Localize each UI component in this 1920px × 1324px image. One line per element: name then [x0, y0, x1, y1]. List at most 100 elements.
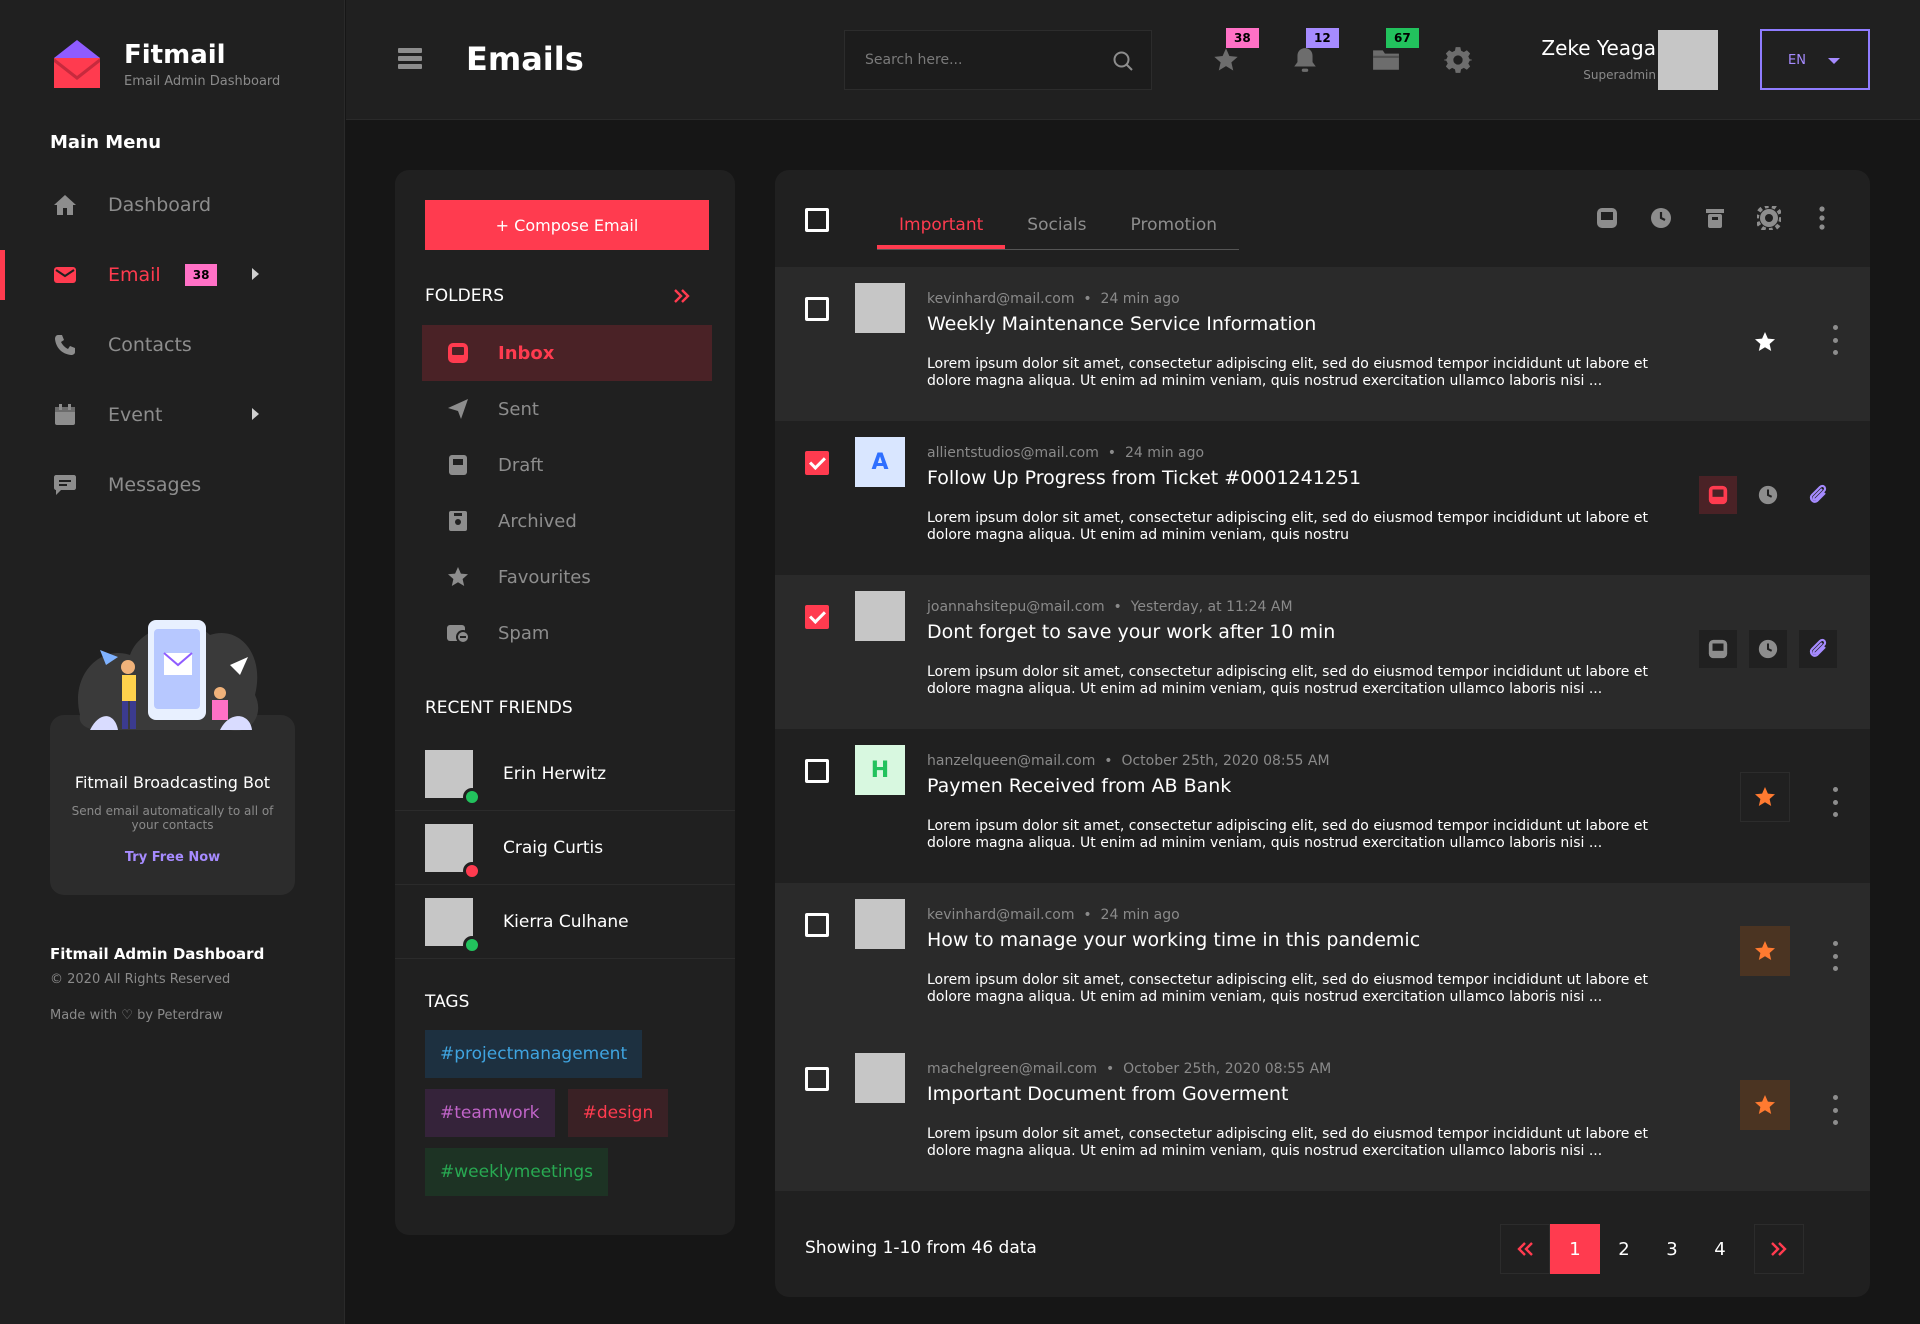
more-vertical-icon[interactable] — [1825, 787, 1845, 817]
tag-teamwork[interactable]: #teamwork — [425, 1089, 555, 1137]
email-row[interactable]: H hanzelqueen@mail.com • October 25th, 2… — [775, 729, 1870, 883]
tab-promotion[interactable]: Promotion — [1109, 200, 1240, 249]
menu-item-messages[interactable]: Messages — [0, 450, 345, 520]
home-icon — [50, 190, 80, 220]
prev-page-button[interactable] — [1500, 1224, 1550, 1274]
footer-title: Fitmail Admin Dashboard — [50, 945, 265, 963]
friends-list: Erin Herwitz Craig Curtis Kierra Culhane — [395, 737, 735, 959]
trash-icon[interactable] — [1703, 206, 1729, 232]
language-select[interactable]: EN — [1760, 29, 1870, 90]
double-chevron-right-icon[interactable] — [673, 288, 691, 308]
email-sender: joannahsitepu@mail.com — [927, 599, 1105, 615]
more-vertical-icon[interactable] — [1825, 1095, 1845, 1125]
more-vertical-icon[interactable] — [1817, 206, 1843, 232]
snooze-button[interactable] — [1749, 476, 1787, 514]
clock-icon[interactable] — [1649, 206, 1675, 232]
email-row[interactable]: kevinhard@mail.com • 24 min ago Weekly M… — [775, 267, 1870, 421]
row-checkbox[interactable] — [805, 605, 829, 629]
folder-label: Inbox — [498, 342, 555, 364]
move-to-inbox-button[interactable] — [1699, 630, 1737, 668]
row-checkbox[interactable] — [805, 1067, 829, 1091]
favorites-star-button[interactable]: 38 — [1212, 28, 1259, 76]
tag-weeklymeetings[interactable]: #weeklymeetings — [425, 1148, 608, 1196]
folder-draft[interactable]: Draft — [422, 437, 712, 493]
folder-sent[interactable]: Sent — [422, 381, 712, 437]
tab-socials[interactable]: Socials — [1005, 200, 1108, 249]
folder-inbox[interactable]: Inbox — [422, 325, 712, 381]
user-avatar[interactable] — [1658, 30, 1718, 90]
email-row[interactable]: joannahsitepu@mail.com • Yesterday, at 1… — [775, 575, 1870, 729]
more-vertical-icon[interactable] — [1825, 941, 1845, 971]
email-subject: How to manage your working time in this … — [927, 929, 1421, 951]
status-online-dot — [463, 787, 481, 806]
files-button[interactable]: 67 — [1372, 28, 1419, 76]
row-checkbox[interactable] — [805, 913, 829, 937]
gear-icon[interactable] — [1755, 204, 1783, 232]
menu-label: Email — [108, 264, 161, 286]
tab-important[interactable]: Important — [877, 200, 1006, 249]
caret-right-icon — [252, 268, 259, 280]
footer-copyright: © 2020 All Rights Reserved — [50, 972, 231, 987]
email-meta: kevinhard@mail.com • 24 min ago — [927, 907, 1180, 923]
hamburger-menu-icon[interactable] — [398, 48, 422, 72]
menu-item-event[interactable]: Event — [0, 380, 345, 450]
menu-item-dashboard[interactable]: Dashboard — [0, 170, 345, 240]
sender-avatar: A — [855, 437, 905, 487]
email-tabs: Important Socials Promotion — [877, 200, 1240, 250]
notification-count-badge: 12 — [1306, 28, 1339, 48]
inbox-icon[interactable] — [1595, 206, 1621, 232]
email-row[interactable]: machelgreen@mail.com • October 25th, 202… — [775, 1037, 1870, 1191]
search-input[interactable] — [845, 31, 1151, 89]
page-button[interactable]: 1 — [1550, 1224, 1600, 1274]
friend-item[interactable]: Craig Curtis — [395, 811, 735, 885]
folder-archived[interactable]: Archived — [422, 493, 712, 549]
next-page-button[interactable] — [1754, 1224, 1804, 1274]
folder-favourites[interactable]: Favourites — [422, 549, 712, 605]
attachment-button[interactable] — [1799, 630, 1837, 668]
brand[interactable]: Fitmail Email Admin Dashboard — [50, 38, 280, 90]
try-free-link[interactable]: Try Free Now — [125, 850, 220, 865]
snooze-button[interactable] — [1749, 630, 1787, 668]
menu-item-email[interactable]: Email 38 — [0, 240, 345, 310]
page-button[interactable]: 4 — [1696, 1224, 1744, 1274]
friend-name: Kierra Culhane — [503, 911, 629, 932]
email-row[interactable]: kevinhard@mail.com • 24 min ago How to m… — [775, 883, 1870, 1037]
tag-design[interactable]: #design — [567, 1089, 669, 1137]
email-time: October 25th, 2020 08:55 AM — [1121, 753, 1330, 769]
star-count-badge: 38 — [1226, 28, 1259, 48]
search-icon[interactable] — [1113, 51, 1133, 75]
settings-button[interactable] — [1442, 46, 1474, 76]
select-all-checkbox[interactable] — [805, 208, 829, 232]
notifications-button[interactable]: 12 — [1292, 28, 1339, 76]
friend-item[interactable]: Erin Herwitz — [395, 737, 735, 811]
move-to-inbox-button[interactable] — [1699, 476, 1737, 514]
star-button[interactable] — [1740, 1080, 1790, 1130]
footer-made-with: Made with ♡ by Peterdraw — [50, 1008, 223, 1023]
folder-spam[interactable]: Spam — [422, 605, 712, 661]
email-meta: hanzelqueen@mail.com • October 25th, 202… — [927, 753, 1330, 769]
star-button[interactable] — [1740, 317, 1790, 367]
page-button[interactable]: 2 — [1600, 1224, 1648, 1274]
archive-icon — [446, 509, 470, 533]
row-checkbox[interactable] — [805, 451, 829, 475]
friend-item[interactable]: Kierra Culhane — [395, 885, 735, 959]
email-subject: Important Document from Goverment — [927, 1083, 1289, 1105]
row-checkbox[interactable] — [805, 759, 829, 783]
attachment-button[interactable] — [1799, 476, 1837, 514]
tag-projectmanagement[interactable]: #projectmanagement — [425, 1030, 643, 1078]
files-count-badge: 67 — [1386, 28, 1419, 48]
star-button[interactable] — [1740, 772, 1790, 822]
email-row[interactable]: A allientstudios@mail.com • 24 min ago F… — [775, 421, 1870, 575]
star-button[interactable] — [1740, 926, 1790, 976]
folder-label: Draft — [498, 454, 544, 476]
row-checkbox[interactable] — [805, 297, 829, 321]
inbox-icon — [1708, 485, 1728, 505]
compose-email-button[interactable]: + Compose Email — [425, 200, 709, 250]
email-time: 24 min ago — [1100, 291, 1180, 307]
email-preview: Lorem ipsum dolor sit amet, consectetur … — [927, 1126, 1648, 1159]
page-button[interactable]: 3 — [1648, 1224, 1696, 1274]
email-sender: kevinhard@mail.com — [927, 291, 1075, 307]
menu-item-contacts[interactable]: Contacts — [0, 310, 345, 380]
sender-avatar — [855, 283, 905, 333]
more-vertical-icon[interactable] — [1825, 325, 1845, 355]
